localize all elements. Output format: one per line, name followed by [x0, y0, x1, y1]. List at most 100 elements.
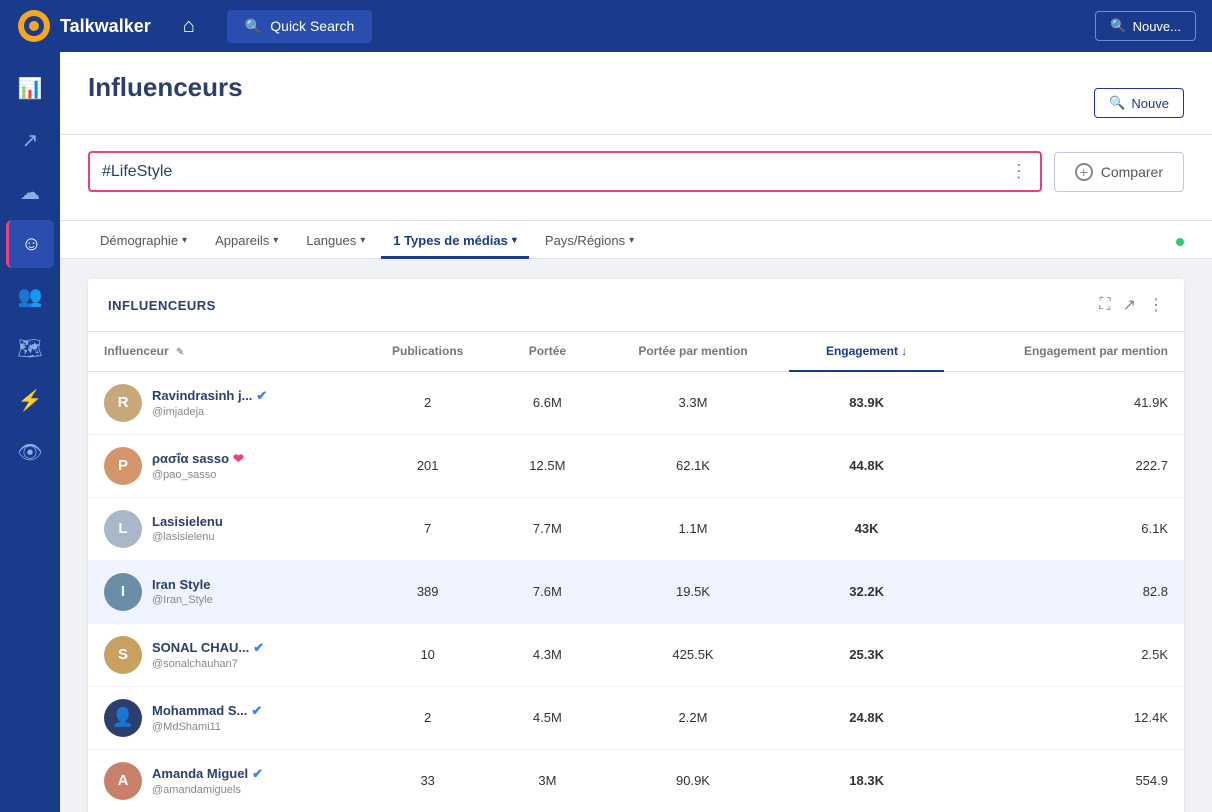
- influenceur-sort-icon: ✎: [176, 347, 184, 358]
- avatar: R: [104, 384, 142, 422]
- avatar: A: [104, 762, 142, 800]
- app-layout: 📊 ↗ ☁ ☺ 👥 🗺 ⚡ 👁 Influenceurs 🔍: [0, 52, 1212, 812]
- filter-active-indicator: [1172, 238, 1184, 246]
- influencer-cell: A Amanda Miguel ✔ @amandamiguels: [88, 749, 357, 812]
- influencers-icon: ☺: [21, 233, 41, 256]
- people-icon: 👥: [18, 284, 43, 309]
- engagement-cell: 25.3K: [789, 623, 944, 686]
- portee-cell: 12.5M: [498, 434, 597, 497]
- verified-icon: ✔: [253, 640, 264, 656]
- portee-mention-cell: 425.5K: [597, 623, 790, 686]
- nouvelles-button[interactable]: 🔍 Nouve: [1094, 88, 1184, 118]
- card-title: INFLUENCEURS: [108, 298, 216, 313]
- table-row[interactable]: I Iran Style @Iran_Style 389 7.6M 19.5K …: [88, 560, 1184, 623]
- portee-cell: 4.5M: [498, 686, 597, 749]
- table-row[interactable]: L Lasisielenu @lasisielenu 7 7.7M 1.1M 4…: [88, 497, 1184, 560]
- sidebar-item-people[interactable]: 👥: [6, 272, 54, 320]
- new-button[interactable]: 🔍 Nouve...: [1095, 11, 1196, 41]
- sidebar-item-map[interactable]: 🗺: [6, 324, 54, 372]
- avatar: I: [104, 573, 142, 611]
- portee-mention-cell: 19.5K: [597, 560, 790, 623]
- sidebar-item-signals[interactable]: ⚡: [6, 376, 54, 424]
- sidebar-item-eye[interactable]: 👁: [6, 428, 54, 476]
- sidebar-item-analytics[interactable]: 📊: [6, 64, 54, 112]
- influencer-handle: @Iran_Style: [152, 594, 213, 606]
- influencer-cell: I Iran Style @Iran_Style: [88, 560, 357, 623]
- col-engagement-mention[interactable]: Engagement par mention: [944, 332, 1184, 371]
- home-button[interactable]: ⌂: [171, 9, 207, 44]
- signals-icon: ⚡: [18, 388, 43, 413]
- verified-icon: ✔: [256, 388, 267, 404]
- home-icon: ⌂: [183, 15, 195, 37]
- eye-icon: 👁: [17, 440, 42, 465]
- heart-icon: ❤: [233, 451, 244, 467]
- avatar: S: [104, 636, 142, 674]
- more-options-icon[interactable]: ⋮: [1010, 161, 1028, 182]
- nouvelles-label: Nouve: [1131, 96, 1169, 111]
- influencer-name: SONAL CHAU... ✔: [152, 640, 264, 656]
- col-portee[interactable]: Portée: [498, 332, 597, 371]
- search-input-container[interactable]: ⋮: [88, 151, 1042, 192]
- types-medias-label: 1 Types de médias: [393, 233, 508, 248]
- filter-types-medias[interactable]: 1 Types de médias ▾: [381, 225, 529, 259]
- influencer-name: Lasisielenu: [152, 514, 223, 529]
- types-medias-chevron: ▾: [512, 235, 517, 246]
- compare-button[interactable]: + Comparer: [1054, 152, 1184, 192]
- avatar: 👤: [104, 699, 142, 737]
- card-header: INFLUENCEURS ⛶ ↗ ⋮: [88, 279, 1184, 332]
- search-small-icon: 🔍: [1110, 18, 1126, 34]
- demographie-label: Démographie: [100, 233, 178, 248]
- sidebar-item-trends[interactable]: ↗: [6, 116, 54, 164]
- col-influenceur[interactable]: Influenceur ✎: [88, 332, 357, 371]
- influencer-name: Mohammad S... ✔: [152, 703, 262, 719]
- filter-demographie[interactable]: Démographie ▾: [88, 225, 199, 259]
- verified-icon: ✔: [251, 703, 262, 719]
- table-row[interactable]: P ρασΐα sasso ❤ @pao_sasso 201 12.5M 62.…: [88, 434, 1184, 497]
- col-engagement[interactable]: Engagement ↓: [789, 332, 944, 371]
- logo: Talkwalker: [16, 8, 151, 44]
- sidebar-item-cloud[interactable]: ☁: [6, 168, 54, 216]
- engagement-mention-cell: 6.1K: [944, 497, 1184, 560]
- col-portee-mention[interactable]: Portée par mention: [597, 332, 790, 371]
- filter-appareils[interactable]: Appareils ▾: [203, 225, 290, 259]
- pays-regions-chevron: ▾: [629, 235, 634, 246]
- portee-mention-cell: 90.9K: [597, 749, 790, 812]
- new-button-label: Nouve...: [1133, 19, 1181, 34]
- influencer-name: Ravindrasinh j... ✔: [152, 388, 267, 404]
- expand-icon[interactable]: ⛶: [1099, 296, 1110, 314]
- portee-mention-cell: 2.2M: [597, 686, 790, 749]
- compare-plus-icon: +: [1075, 163, 1093, 181]
- portee-cell: 7.6M: [498, 560, 597, 623]
- page-title: Influenceurs: [88, 72, 243, 119]
- col-publications[interactable]: Publications: [357, 332, 498, 371]
- engagement-cell: 18.3K: [789, 749, 944, 812]
- table-row[interactable]: S SONAL CHAU... ✔ @sonalchauhan7 10 4.3M…: [88, 623, 1184, 686]
- influencer-name: Amanda Miguel ✔: [152, 766, 263, 782]
- influencer-cell: S SONAL CHAU... ✔ @sonalchauhan7: [88, 623, 357, 686]
- search-input[interactable]: [102, 163, 1010, 181]
- sidebar-item-influencers[interactable]: ☺: [6, 220, 54, 268]
- influencer-cell: R Ravindrasinh j... ✔ @imjadeja: [88, 371, 357, 434]
- appareils-chevron: ▾: [273, 235, 278, 246]
- table-row[interactable]: A Amanda Miguel ✔ @amandamiguels 33 3M 9…: [88, 749, 1184, 812]
- portee-mention-cell: 1.1M: [597, 497, 790, 560]
- influencer-name: Iran Style: [152, 577, 213, 592]
- engagement-cell: 24.8K: [789, 686, 944, 749]
- influencer-handle: @amandamiguels: [152, 784, 263, 796]
- filter-langues[interactable]: Langues ▾: [294, 225, 377, 259]
- filter-pays-regions[interactable]: Pays/Régions ▾: [533, 225, 646, 259]
- engagement-mention-cell: 554.9: [944, 749, 1184, 812]
- publications-cell: 33: [357, 749, 498, 812]
- publications-cell: 10: [357, 623, 498, 686]
- talkwalker-logo-icon: [16, 8, 52, 44]
- table-row[interactable]: 👤 Mohammad S... ✔ @MdShami11 2 4.5M 2.2M…: [88, 686, 1184, 749]
- export-icon[interactable]: ↗: [1123, 295, 1136, 315]
- search-area: ⋮ + Comparer: [60, 135, 1212, 221]
- portee-mention-cell: 3.3M: [597, 371, 790, 434]
- more-icon[interactable]: ⋮: [1148, 295, 1164, 315]
- nav-right: 🔍 Nouve...: [1095, 11, 1196, 41]
- portee-cell: 7.7M: [498, 497, 597, 560]
- table-row[interactable]: R Ravindrasinh j... ✔ @imjadeja 2 6.6M 3…: [88, 371, 1184, 434]
- pays-regions-label: Pays/Régions: [545, 233, 625, 248]
- quick-search-button[interactable]: 🔍 Quick Search: [227, 10, 372, 43]
